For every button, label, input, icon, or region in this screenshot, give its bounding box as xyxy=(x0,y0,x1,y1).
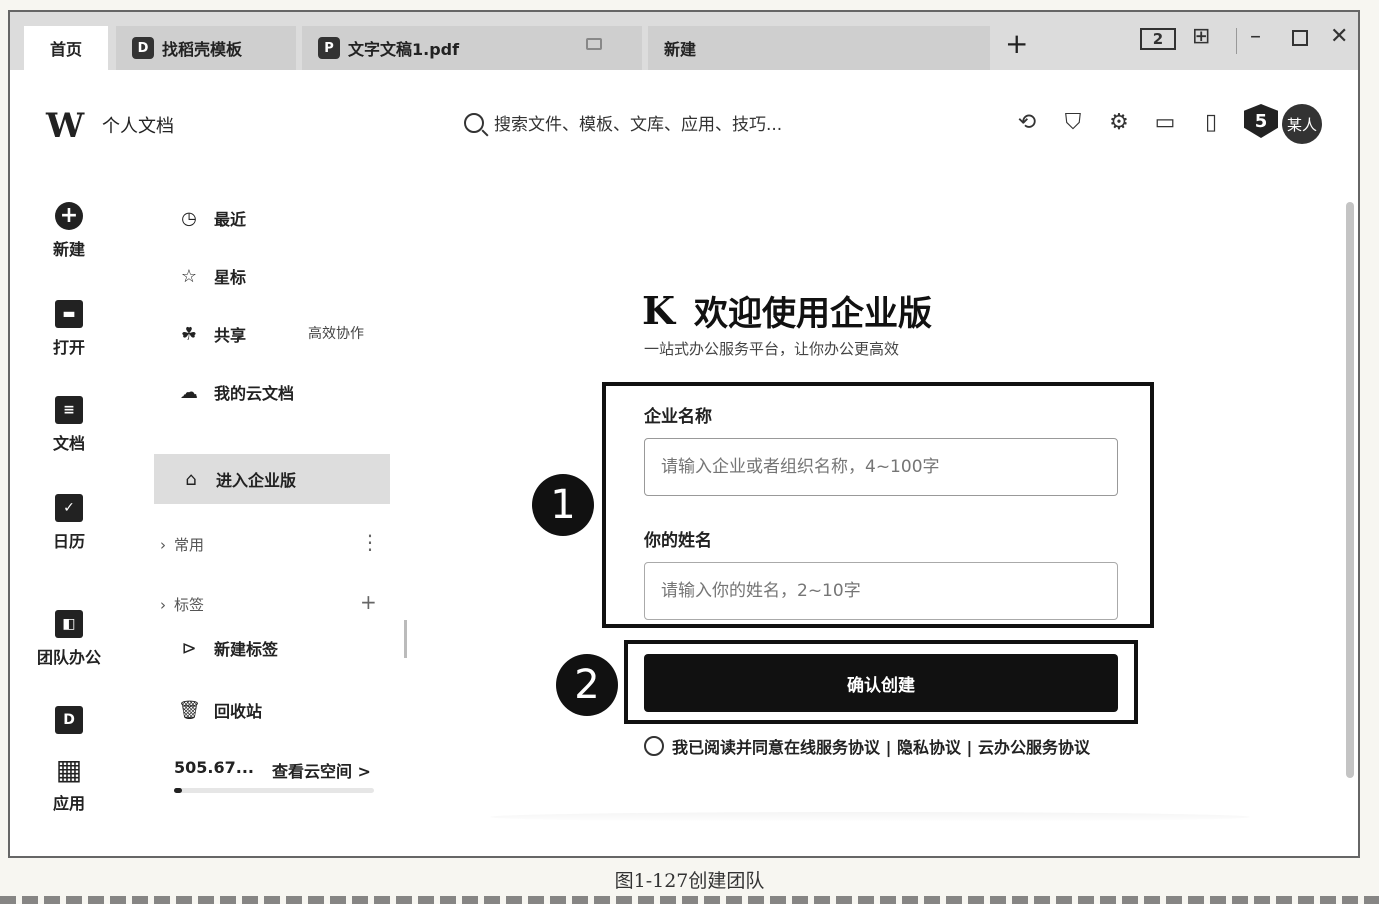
close-button[interactable]: ✕ xyxy=(1330,26,1348,48)
personal-docs-label: 个人文档 xyxy=(102,116,174,137)
docer-icon: D xyxy=(55,706,83,734)
docer-icon: D xyxy=(132,37,154,59)
company-name-input[interactable] xyxy=(644,438,1118,496)
tab-home[interactable]: 首页 xyxy=(24,26,108,70)
nav-cloud-docs[interactable]: ☁ 我的云文档 xyxy=(178,380,294,404)
skin-icon[interactable]: ⛉ xyxy=(1060,110,1086,135)
wps-logo: W xyxy=(46,106,85,146)
storage-fill xyxy=(174,788,182,793)
document-icon: ≡ xyxy=(55,396,83,424)
gear-icon[interactable]: ⚙ xyxy=(1106,110,1132,135)
step-marker-1: 1 xyxy=(532,474,594,536)
figure-caption: 图1-127创建团队 xyxy=(614,870,765,892)
minimize-button[interactable]: – xyxy=(1250,26,1261,48)
grid-view-icon[interactable]: ⊞ xyxy=(1192,26,1210,48)
avatar[interactable]: 某人 xyxy=(1282,104,1322,144)
maximize-button[interactable] xyxy=(1292,30,1308,46)
rail-documents[interactable]: ≡ 文档 xyxy=(30,396,108,454)
view-cloud-space-link[interactable]: 查看云空间 > xyxy=(272,758,371,782)
section-tags[interactable]: › 标签 xyxy=(160,594,204,615)
cloud-icon: ☁ xyxy=(180,381,198,403)
calendar-icon: ✓ xyxy=(55,494,83,522)
trash-icon: 🗑 xyxy=(178,699,201,721)
tag-icon: ⊳ xyxy=(181,637,197,659)
rail-apps[interactable]: ▦ 应用 xyxy=(30,756,108,814)
storage-bar xyxy=(174,788,374,793)
rail-calendar[interactable]: ✓ 日历 xyxy=(30,494,108,552)
folder-icon: ▬ xyxy=(55,300,83,328)
monitor-icon[interactable] xyxy=(586,38,602,50)
more-icon[interactable]: ⋮ xyxy=(360,530,380,554)
nav-shared[interactable]: ☘ 共享 xyxy=(178,322,246,346)
team-icon: ◧ xyxy=(55,610,83,638)
agreement-row: 我已阅读并同意在线服务协议 | 隐私协议 | 云办公服务协议 xyxy=(644,734,1090,758)
agree-radio[interactable] xyxy=(644,736,664,756)
tab-new[interactable]: 新建 xyxy=(648,26,990,70)
search-icon xyxy=(464,112,484,133)
add-tab-button[interactable]: + xyxy=(1005,30,1028,58)
nav-scrollbar[interactable] xyxy=(404,620,407,658)
tab-docer-templates[interactable]: D 找稻壳模板 xyxy=(116,26,296,70)
rail-new[interactable]: + 新建 xyxy=(30,202,108,260)
section-common[interactable]: › 常用 xyxy=(160,534,204,555)
level-badge[interactable]: 5 xyxy=(1244,104,1278,138)
rail-team-office[interactable]: ◧ 团队办公 xyxy=(30,610,108,668)
divider xyxy=(1236,28,1237,54)
cropped-text-line xyxy=(0,896,1379,904)
plus-circle-icon: + xyxy=(55,202,83,230)
storage-used: 505.67... xyxy=(174,758,254,777)
search-bar[interactable]: 搜索文件、模板、文库、应用、技巧... xyxy=(464,110,782,135)
message-icon[interactable]: ▭ xyxy=(1152,110,1178,135)
sync-icon[interactable]: ⟲ xyxy=(1014,110,1040,135)
star-icon: ☆ xyxy=(180,265,198,287)
tab-pdf-document[interactable]: P 文字文稿1.pdf xyxy=(302,26,642,70)
add-tag-icon[interactable]: + xyxy=(360,590,377,614)
search-placeholder: 搜索文件、模板、文库、应用、技巧... xyxy=(494,115,783,135)
nav-new-tag[interactable]: ⊳ 新建标签 xyxy=(178,636,278,660)
company-name-label: 企业名称 xyxy=(644,407,712,427)
apps-grid-icon: ▦ xyxy=(55,753,83,786)
your-name-label: 你的姓名 xyxy=(644,531,712,551)
tablet-icon[interactable]: ▯ xyxy=(1198,110,1224,135)
rail-open[interactable]: ▬ 打开 xyxy=(30,300,108,358)
page-subtitle: 一站式办公服务平台，让你办公更高效 xyxy=(644,340,900,358)
agreement-text[interactable]: 我已阅读并同意在线服务协议 | 隐私协议 | 云办公服务协议 xyxy=(672,734,1090,758)
enterprise-logo: K xyxy=(642,288,676,333)
pdf-icon: P xyxy=(318,37,340,59)
nav-recent[interactable]: ◷ 最近 xyxy=(178,206,246,230)
nav-starred[interactable]: ☆ 星标 xyxy=(178,264,246,288)
shared-hint: 高效协作 xyxy=(308,326,364,342)
page-title: 欢迎使用企业版 xyxy=(694,294,932,334)
enterprise-icon: ⌂ xyxy=(185,468,197,490)
clock-icon: ◷ xyxy=(181,207,197,229)
rail-docer[interactable]: D xyxy=(30,706,108,740)
storage-info: 505.67... 查看云空间 > xyxy=(174,758,371,782)
app-window: 首页 D 找稻壳模板 P 文字文稿1.pdf 新建 + 2 ⊞ – ✕ W 个人… xyxy=(8,10,1360,858)
layout-toggle-button[interactable]: 2 xyxy=(1140,28,1176,50)
share-icon: ☘ xyxy=(180,323,198,345)
confirm-create-button[interactable]: 确认创建 xyxy=(644,654,1118,712)
tab-bar: 首页 D 找稻壳模板 P 文字文稿1.pdf 新建 + 2 ⊞ – ✕ xyxy=(10,12,1358,70)
nav-recycle-bin[interactable]: 🗑 回收站 xyxy=(178,698,262,722)
nav-enterprise[interactable]: ⌂ 进入企业版 xyxy=(154,454,390,504)
step-marker-2: 2 xyxy=(556,654,618,716)
panel-shadow xyxy=(490,812,1250,822)
your-name-input[interactable] xyxy=(644,562,1118,620)
chevron-right-icon: › xyxy=(160,535,166,554)
chevron-right-icon: › xyxy=(160,595,166,614)
main-scrollbar[interactable] xyxy=(1346,202,1354,778)
